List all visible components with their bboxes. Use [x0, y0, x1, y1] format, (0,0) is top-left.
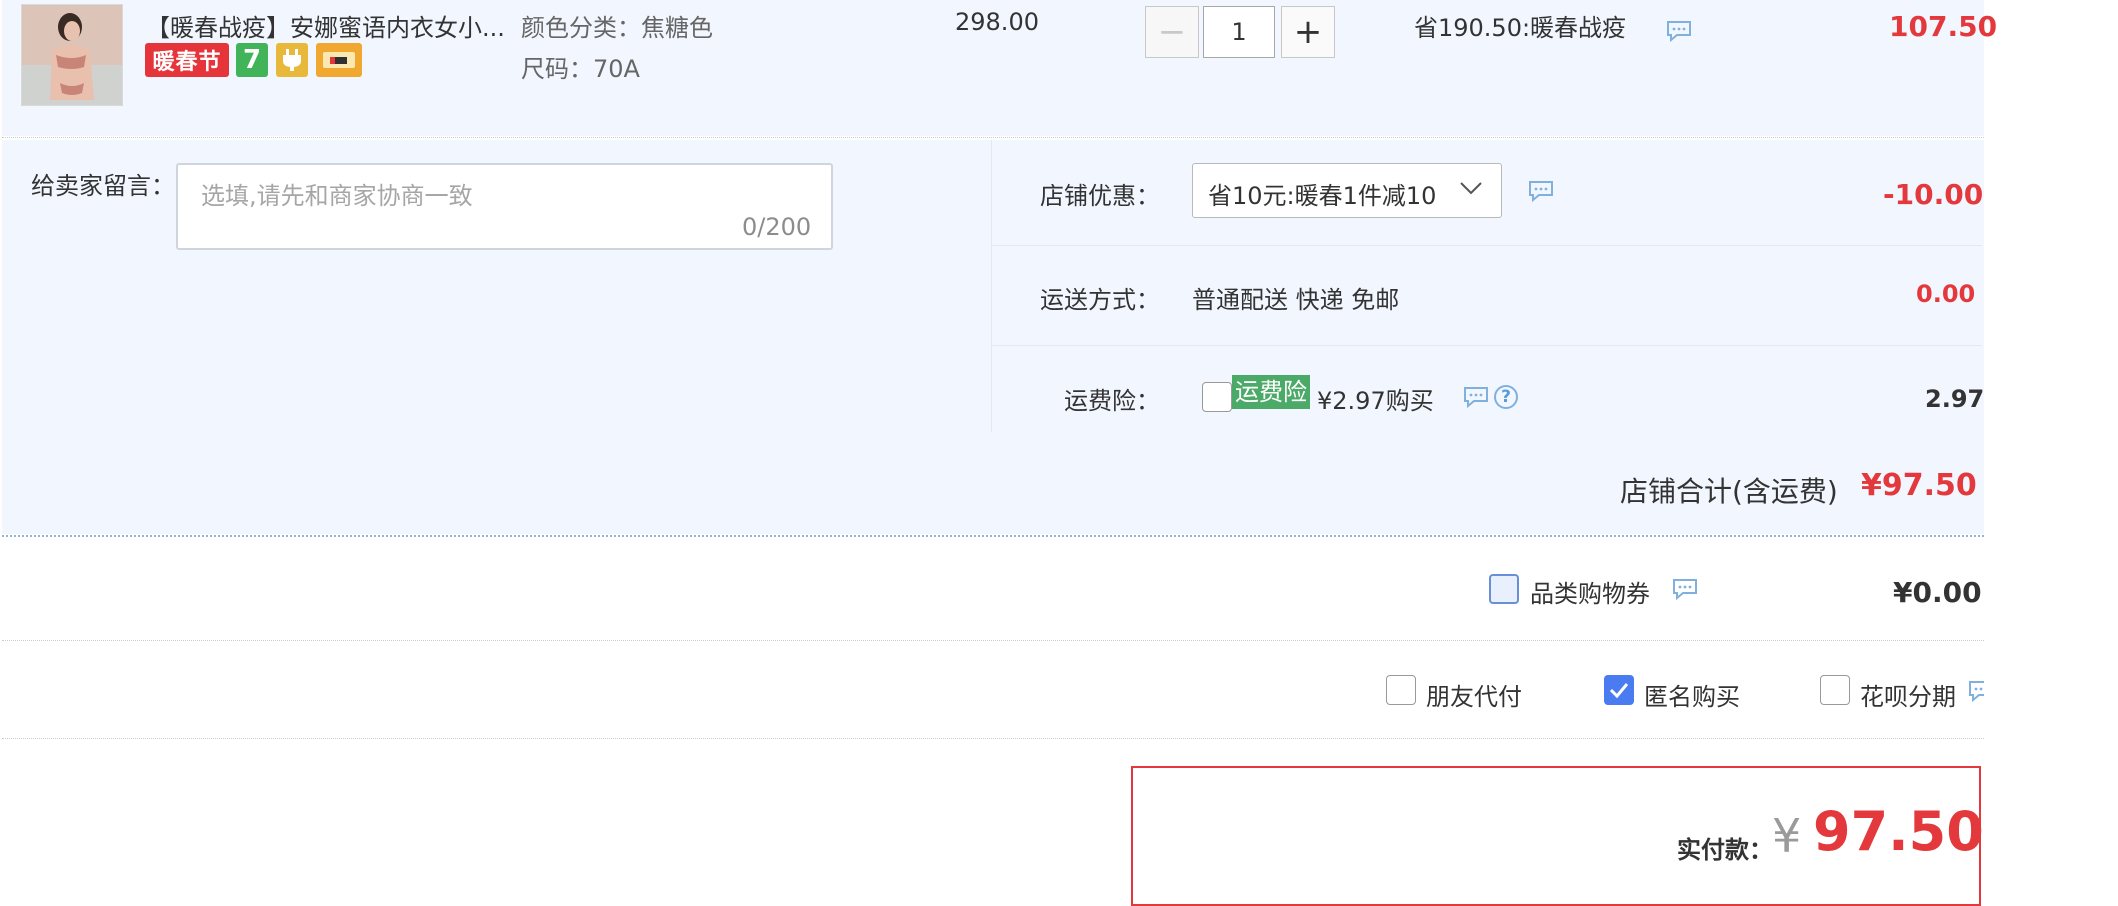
coupon-row-divider — [2, 640, 1984, 641]
quantity-increase-button[interactable]: + — [1281, 6, 1335, 58]
huabei-installment-label: 花呗分期 — [1860, 683, 1956, 711]
item-row-divider — [2, 137, 1984, 138]
shop-discount-selected: 省10元:暖春1件减10 — [1208, 182, 1437, 210]
shop-discount-amount: -10.00 — [1883, 178, 1984, 211]
quantity-input[interactable]: 1 — [1203, 6, 1275, 58]
plug-guarantee-icon — [276, 43, 308, 77]
message-char-counter: 0/200 — [742, 213, 812, 241]
category-coupon-value: ¥0.00 — [1893, 576, 1982, 609]
shop-discount-label: 店铺优惠： — [1040, 182, 1160, 210]
product-thumbnail[interactable] — [21, 4, 123, 106]
category-coupon-label: 品类购物券 — [1530, 580, 1650, 608]
seller-message-placeholder: 选填,请先和商家协商一致 — [201, 182, 473, 210]
seller-message-label: 给卖家留言： — [31, 172, 175, 200]
details-row-divider — [992, 245, 1982, 246]
shop-section-divider — [2, 535, 1984, 537]
shop-total-value: ¥97.50 — [1861, 468, 1977, 503]
unit-price: 298.00 — [955, 8, 1039, 36]
friend-pay-checkbox[interactable] — [1386, 675, 1416, 705]
friend-pay-label: 朋友代付 — [1426, 683, 1522, 711]
checkmark-icon — [1609, 683, 1629, 699]
product-title-link[interactable]: 【暖春战疫】安娜蜜语内衣女小... — [146, 8, 505, 43]
seven-day-return-icon: 7 — [236, 43, 268, 77]
details-row-divider — [992, 345, 1982, 346]
festival-badge: 暖春节 — [145, 43, 229, 77]
anonymous-purchase-checkbox[interactable] — [1604, 675, 1634, 705]
shipping-insurance-price: ¥2.97购买 — [1317, 387, 1434, 415]
shipping-method-label: 运送方式： — [1040, 286, 1160, 314]
quantity-decrease-button[interactable]: − — [1145, 6, 1199, 58]
shipping-insurance-amount: 2.97 — [1925, 385, 1985, 413]
shipping-insurance-label: 运费险： — [1064, 387, 1160, 415]
shipping-insurance-tag: 运费险 — [1232, 375, 1310, 409]
credit-card-icon — [316, 43, 362, 77]
huabei-installment-checkbox[interactable] — [1820, 675, 1850, 705]
chat-bubble-icon[interactable] — [1463, 386, 1489, 408]
item-subtotal: 107.50 — [1889, 10, 1998, 43]
help-icon[interactable]: ? — [1494, 385, 1518, 409]
options-row-divider — [2, 738, 1984, 739]
shipping-insurance-checkbox[interactable] — [1202, 382, 1232, 412]
shipping-method-value: 普通配送 快递 免邮 — [1192, 286, 1400, 314]
payment-currency: ¥ — [1772, 809, 1802, 863]
payment-amount: 97.50 — [1813, 800, 1984, 863]
category-coupon-checkbox[interactable] — [1489, 574, 1519, 604]
size-property: 尺码：70A — [521, 55, 640, 83]
shipping-amount: 0.00 — [1916, 280, 1976, 308]
color-property: 颜色分类：焦糖色 — [521, 14, 713, 42]
chat-bubble-icon[interactable] — [1672, 578, 1698, 600]
anonymous-purchase-label: 匿名购买 — [1644, 683, 1740, 711]
payment-label: 实付款： — [1677, 836, 1773, 864]
shop-total-label: 店铺合计(含运费) — [1620, 475, 1838, 508]
chevron-down-icon — [1460, 182, 1482, 195]
chat-bubble-icon[interactable] — [1528, 180, 1554, 202]
details-column-divider — [991, 140, 992, 432]
item-promotion: 省190.50:暖春战疫 — [1414, 14, 1627, 42]
chat-bubble-icon[interactable] — [1968, 680, 1984, 702]
chat-bubble-icon[interactable] — [1666, 20, 1692, 42]
